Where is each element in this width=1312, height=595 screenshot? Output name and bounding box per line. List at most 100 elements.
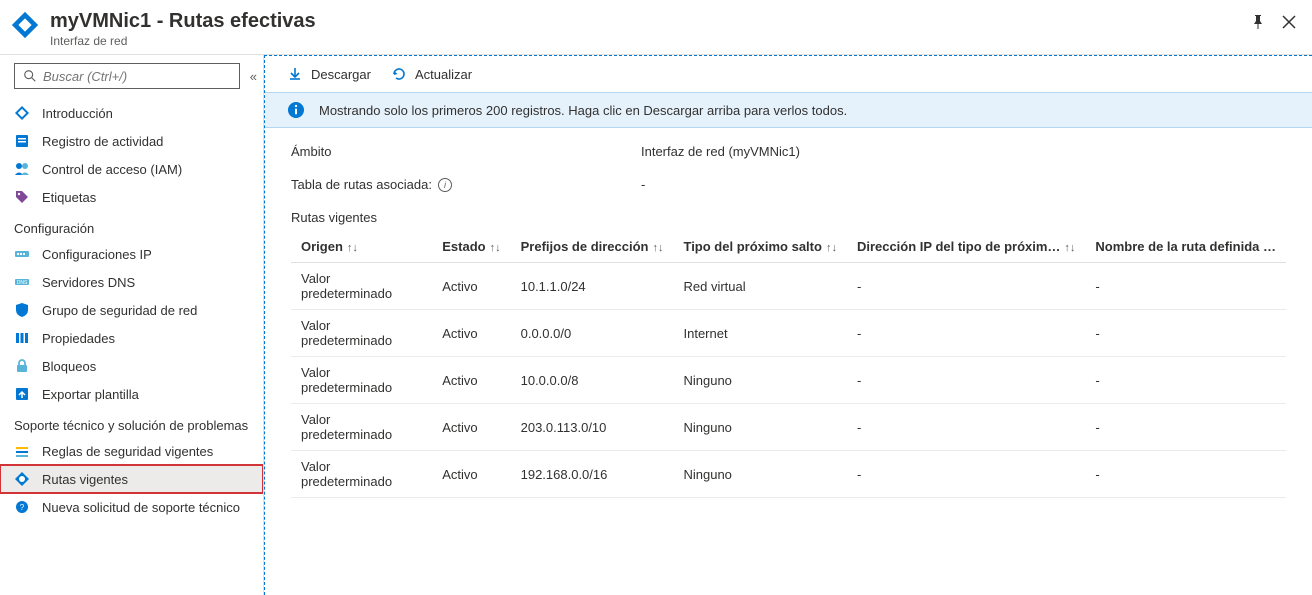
- pin-icon[interactable]: [1250, 14, 1266, 35]
- table-row[interactable]: Valor predeterminadoActivo10.0.0.0/8Ning…: [291, 357, 1286, 404]
- nav-support: Reglas de seguridad vigentes Rutas vigen…: [0, 437, 263, 521]
- sidebar-item-propiedades[interactable]: Propiedades: [0, 324, 263, 352]
- route-table-assoc-value: -: [641, 177, 645, 192]
- lock-icon: [14, 358, 30, 374]
- sidebar-item-etiquetas[interactable]: Etiquetas: [0, 183, 263, 211]
- sidebar: « Introducción Registro de actividad Con…: [0, 55, 264, 595]
- svg-text:?: ?: [20, 503, 25, 512]
- sidebar-item-dns[interactable]: DNS Servidores DNS: [0, 268, 263, 296]
- cell-route_name: -: [1085, 451, 1286, 498]
- cell-hop_type: Ninguno: [673, 404, 846, 451]
- cell-origin: Valor predeterminado: [291, 310, 432, 357]
- download-button[interactable]: Descargar: [287, 66, 371, 82]
- sidebar-item-registro-actividad[interactable]: Registro de actividad: [0, 127, 263, 155]
- security-rules-icon: [14, 443, 30, 459]
- route-table-assoc-label: Tabla de rutas asociada:: [291, 177, 432, 192]
- overview-icon: [14, 105, 30, 121]
- sidebar-item-iam[interactable]: Control de acceso (IAM): [0, 155, 263, 183]
- cell-prefix: 192.168.0.0/16: [511, 451, 674, 498]
- section-soporte: Soporte técnico y solución de problemas: [0, 408, 263, 437]
- nic-icon: [10, 10, 40, 40]
- section-configuracion: Configuración: [0, 211, 263, 240]
- col-route-name[interactable]: Nombre de la ruta definida …: [1085, 231, 1286, 263]
- col-prefix[interactable]: Prefijos de dirección↑↓: [511, 231, 674, 263]
- col-origin[interactable]: Origen↑↓: [291, 231, 432, 263]
- toolbar: Descargar Actualizar: [265, 56, 1312, 92]
- sidebar-item-rutas-vigentes[interactable]: Rutas vigentes: [0, 465, 263, 493]
- sidebar-item-label: Introducción: [42, 106, 113, 121]
- cell-hop_type: Red virtual: [673, 263, 846, 310]
- search-input[interactable]: [14, 63, 240, 89]
- table-row[interactable]: Valor predeterminadoActivo203.0.113.0/10…: [291, 404, 1286, 451]
- cell-origin: Valor predeterminado: [291, 404, 432, 451]
- cell-hop_ip: -: [847, 263, 1085, 310]
- col-state[interactable]: Estado↑↓: [432, 231, 510, 263]
- cell-hop_ip: -: [847, 310, 1085, 357]
- ipconfig-icon: [14, 246, 30, 262]
- activity-log-icon: [14, 133, 30, 149]
- sidebar-item-label: Etiquetas: [42, 190, 96, 205]
- download-label: Descargar: [311, 67, 371, 82]
- sidebar-item-label: Configuraciones IP: [42, 247, 152, 262]
- sidebar-item-introduccion[interactable]: Introducción: [0, 99, 263, 127]
- sort-icon: ↑↓: [1064, 242, 1075, 254]
- page-title: myVMNic1 - Rutas efectivas: [50, 10, 1250, 33]
- route-table-assoc-row: Tabla de rutas asociada: i -: [291, 177, 1286, 192]
- sidebar-item-nsg[interactable]: Grupo de seguridad de red: [0, 296, 263, 324]
- sidebar-item-reglas-seguridad[interactable]: Reglas de seguridad vigentes: [0, 437, 263, 465]
- sidebar-item-nueva-solicitud[interactable]: ? Nueva solicitud de soporte técnico: [0, 493, 263, 521]
- sidebar-item-exportar-plantilla[interactable]: Exportar plantilla: [0, 380, 263, 408]
- info-icon: [287, 101, 305, 119]
- nav-config: Configuraciones IP DNS Servidores DNS Gr…: [0, 240, 263, 408]
- scope-value: Interfaz de red (myVMNic1): [641, 144, 800, 159]
- cell-prefix: 0.0.0.0/0: [511, 310, 674, 357]
- svg-text:DNS: DNS: [17, 280, 28, 286]
- cell-state: Activo: [432, 404, 510, 451]
- cell-route_name: -: [1085, 357, 1286, 404]
- table-row[interactable]: Valor predeterminadoActivo10.1.1.0/24Red…: [291, 263, 1286, 310]
- table-row[interactable]: Valor predeterminadoActivo0.0.0.0/0Inter…: [291, 310, 1286, 357]
- search-field[interactable]: [43, 69, 231, 84]
- iam-icon: [14, 161, 30, 177]
- cell-route_name: -: [1085, 310, 1286, 357]
- download-icon: [287, 66, 303, 82]
- cell-prefix: 10.1.1.0/24: [511, 263, 674, 310]
- cell-state: Activo: [432, 310, 510, 357]
- cell-origin: Valor predeterminado: [291, 357, 432, 404]
- sidebar-item-label: Propiedades: [42, 331, 115, 346]
- col-hop-type[interactable]: Tipo del próximo salto↑↓: [673, 231, 846, 263]
- cell-origin: Valor predeterminado: [291, 451, 432, 498]
- sidebar-item-label: Grupo de seguridad de red: [42, 303, 197, 318]
- cell-hop_ip: -: [847, 357, 1085, 404]
- col-hop-ip[interactable]: Dirección IP del tipo de próxim…↑↓: [847, 231, 1085, 263]
- nav-top: Introducción Registro de actividad Contr…: [0, 99, 263, 211]
- table-row[interactable]: Valor predeterminadoActivo192.168.0.0/16…: [291, 451, 1286, 498]
- sidebar-item-label: Servidores DNS: [42, 275, 135, 290]
- support-request-icon: ?: [14, 499, 30, 515]
- routes-section-title: Rutas vigentes: [291, 210, 1286, 225]
- cell-state: Activo: [432, 451, 510, 498]
- shield-icon: [14, 302, 30, 318]
- cell-state: Activo: [432, 357, 510, 404]
- cell-origin: Valor predeterminado: [291, 263, 432, 310]
- cell-hop_ip: -: [847, 404, 1085, 451]
- info-circle-icon[interactable]: i: [438, 178, 452, 192]
- cell-prefix: 10.0.0.0/8: [511, 357, 674, 404]
- sidebar-item-ip-config[interactable]: Configuraciones IP: [0, 240, 263, 268]
- sidebar-item-bloqueos[interactable]: Bloqueos: [0, 352, 263, 380]
- sidebar-item-label: Exportar plantilla: [42, 387, 139, 402]
- sidebar-item-label: Bloqueos: [42, 359, 96, 374]
- collapse-sidebar-icon[interactable]: «: [250, 69, 253, 84]
- refresh-button[interactable]: Actualizar: [391, 66, 472, 82]
- cell-hop_type: Ninguno: [673, 451, 846, 498]
- routes-icon: [14, 471, 30, 487]
- close-icon[interactable]: [1282, 15, 1296, 34]
- cell-route_name: -: [1085, 404, 1286, 451]
- routes-table: Origen↑↓ Estado↑↓ Prefijos de dirección↑…: [291, 231, 1286, 498]
- sidebar-item-label: Rutas vigentes: [42, 472, 128, 487]
- dns-icon: DNS: [14, 274, 30, 290]
- sort-icon: ↑↓: [347, 242, 358, 254]
- info-bar: Mostrando solo los primeros 200 registro…: [265, 92, 1312, 128]
- cell-route_name: -: [1085, 263, 1286, 310]
- properties-icon: [14, 330, 30, 346]
